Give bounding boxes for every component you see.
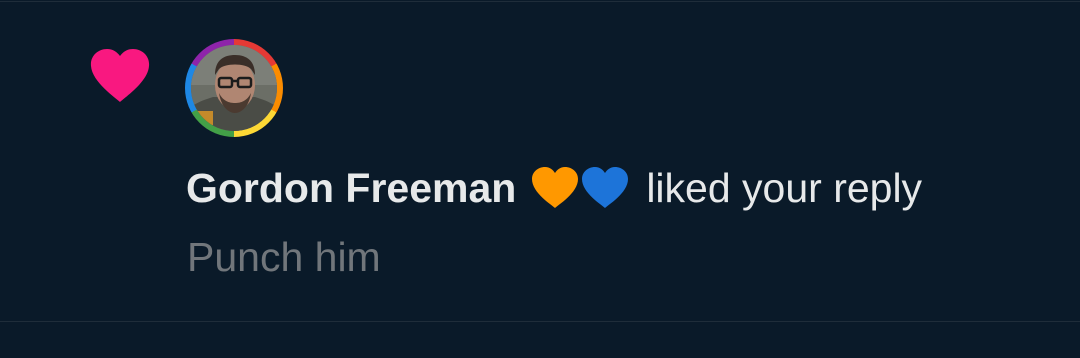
divider (0, 1, 1080, 2)
heart-icon (88, 48, 152, 104)
avatar[interactable] (185, 39, 283, 137)
blue-heart-icon (582, 167, 629, 208)
user-avatar-image (191, 45, 277, 131)
user-name[interactable]: Gordon Freeman (186, 165, 516, 212)
notification-text: Gordon Freeman liked your reply (186, 162, 922, 214)
reply-text[interactable]: Punch him (187, 234, 381, 281)
name-emoji (530, 166, 630, 210)
divider (0, 321, 1080, 322)
like-notification[interactable]: Gordon Freeman liked your reply Punch hi… (0, 0, 1080, 358)
action-text: liked your reply (646, 164, 923, 211)
orange-heart-icon (532, 167, 579, 208)
